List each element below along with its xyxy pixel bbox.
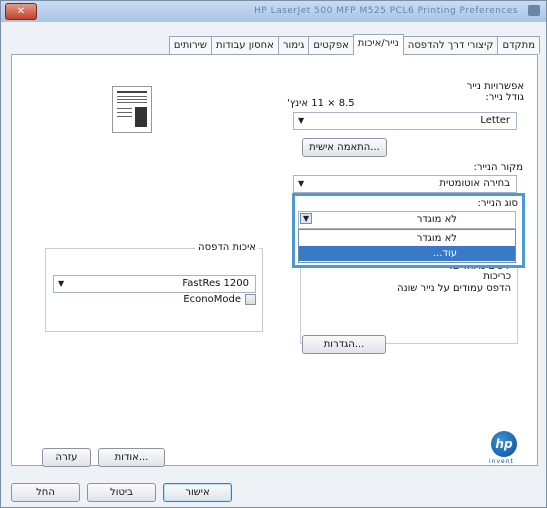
tab-job-storage[interactable]: אחסון עבודות — [211, 36, 279, 54]
custom-size-button[interactable]: התאמה אישית... — [302, 138, 387, 157]
econo-mode-checkbox[interactable] — [245, 294, 256, 305]
cancel-button[interactable]: ביטול — [87, 483, 156, 502]
tab-effects[interactable]: אפקטים — [308, 36, 354, 54]
chevron-down-icon: ▼ — [298, 179, 305, 188]
paper-preview-icon — [112, 86, 152, 133]
chevron-down-icon[interactable]: ▼ — [300, 213, 313, 224]
paper-options-heading: אפשרויות נייר — [466, 81, 524, 92]
about-button[interactable]: אודות... — [98, 448, 165, 467]
tab-printing-shortcuts[interactable]: קיצורי דרך להדפסה — [402, 36, 499, 54]
tab-paper-quality[interactable]: נייר/איכות — [352, 34, 404, 55]
paper-source-label: מקור הנייר: — [473, 162, 523, 173]
tab-advanced[interactable]: מתקדם — [497, 36, 540, 54]
printing-preferences-window: ✕ HP LaserJet 500 MFP M525 PCL6 Printing… — [0, 0, 547, 508]
covers-item[interactable]: כריכות — [483, 271, 511, 282]
help-button[interactable]: עזרה — [42, 448, 91, 467]
title-bar: ✕ HP LaserJet 500 MFP M525 PCL6 Printing… — [1, 1, 546, 22]
chevron-down-icon: ▼ — [298, 116, 305, 125]
apply-button[interactable]: החל — [11, 483, 80, 502]
hp-logo: hp — [491, 431, 517, 457]
dropdown-option-more[interactable]: עוד... — [299, 246, 515, 261]
ok-button[interactable]: אישור — [163, 483, 232, 502]
paper-source-select[interactable]: ▼ בחירה אוטומטית — [293, 175, 517, 193]
tab-strip: מתקדם קיצורי דרך להדפסה נייר/איכות אפקטי… — [138, 34, 540, 55]
print-pages-item[interactable]: הדפס עמודים על נייר שונה — [397, 283, 511, 294]
paper-size-hint: 8.5 × 11 אינץ' — [287, 98, 355, 109]
tab-finishing[interactable]: גימור — [277, 36, 310, 54]
paper-size-label: גודל נייר: — [485, 92, 524, 103]
dropdown-option-not-specified[interactable]: לא מוגדר — [299, 231, 515, 246]
paper-size-select[interactable]: ▼ Letter — [293, 112, 517, 130]
paper-type-select[interactable]: ▼ לא מוגדר — [298, 211, 516, 229]
close-button[interactable]: ✕ — [5, 3, 37, 20]
tab-services[interactable]: שירותים — [168, 36, 212, 54]
paper-type-dropdown: לא מוגדר עוד... — [298, 229, 516, 263]
printer-icon — [528, 5, 540, 16]
print-quality-label: איכות הדפסה — [195, 242, 259, 253]
window-title: HP LaserJet 500 MFP M525 PCL6 Printing P… — [254, 6, 518, 16]
settings-button[interactable]: הגדרות... — [302, 335, 386, 354]
chevron-down-icon: ▼ — [58, 279, 65, 288]
resolution-select[interactable]: ▼ FastRes 1200 — [53, 275, 256, 293]
econo-mode-label: EconoMode — [183, 294, 241, 305]
paper-type-label: סוג הנייר: — [477, 198, 518, 209]
hp-tagline: invent — [489, 458, 514, 465]
